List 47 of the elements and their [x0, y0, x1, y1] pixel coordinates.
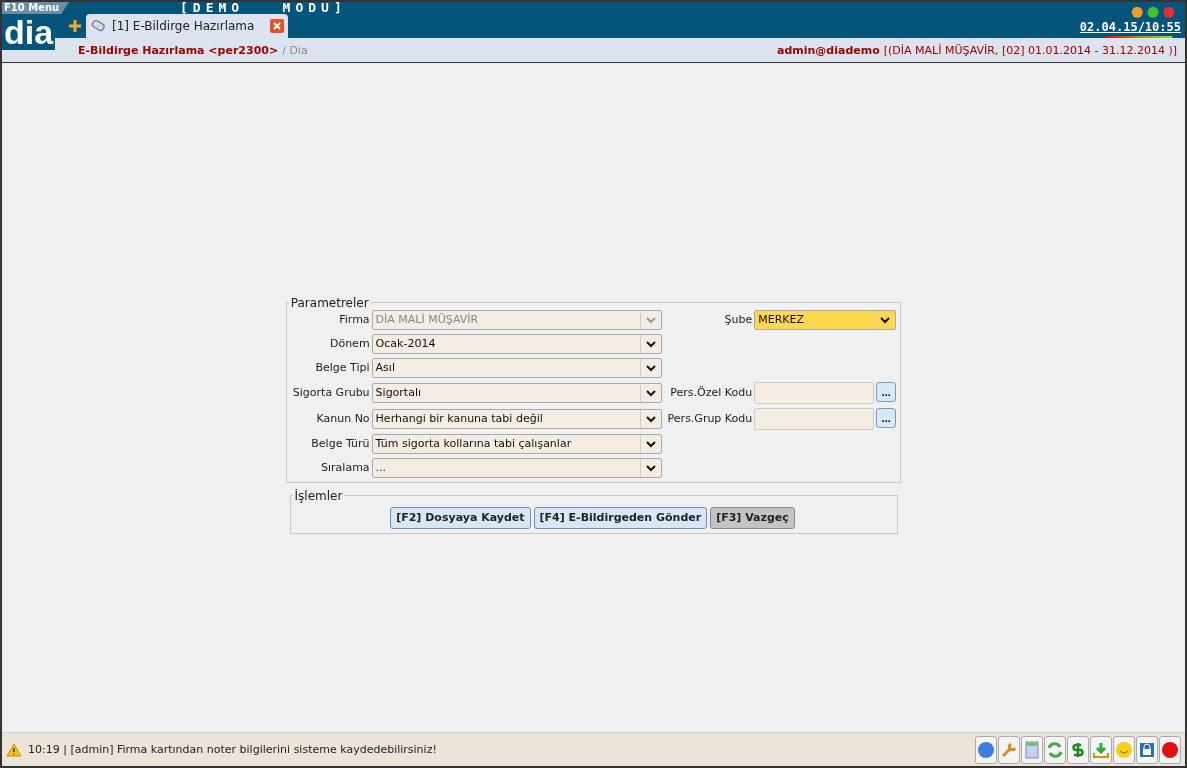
code-input-field[interactable] — [754, 381, 875, 404]
company-period: [(DİA MALİ MÜŞAVİR, [02] 01.01.2014 - 31.12.2014 )] — [883, 43, 1177, 57]
calculator-icon[interactable] — [1023, 740, 1041, 759]
lock-icon[interactable] — [1138, 740, 1156, 759]
code-input-field[interactable] — [754, 407, 875, 430]
refresh-icon[interactable] — [1046, 740, 1064, 759]
action-button[interactable]: [F3] Vazgeç — [710, 506, 795, 529]
warning-icon — [6, 742, 22, 757]
field-label: Pers.Grup Kodu — [666, 412, 753, 425]
field-label: Şube — [723, 313, 753, 326]
section-legend: Parametreler — [288, 295, 371, 310]
dropdown[interactable]: Sigortalı — [371, 382, 662, 403]
field-label: Pers.Özel Kodu — [669, 386, 753, 399]
field-label: Dönem — [328, 337, 370, 350]
browse-button[interactable]: ... — [876, 407, 897, 428]
field-label: Sigorta Grubu — [291, 386, 370, 399]
plus-icon[interactable] — [68, 19, 82, 33]
tab-label: [1] E-Bildirge Hazırlama — [112, 19, 255, 33]
breadcrumb-path: / Dia — [282, 43, 309, 57]
document-tab[interactable]: [1] E-Bildirge Hazırlama — [86, 14, 289, 38]
tab-icon — [90, 19, 106, 33]
action-button[interactable]: [F2] Dosyaya Kaydet — [390, 506, 531, 529]
section-legend: İşlemler — [292, 488, 345, 503]
dropdown[interactable]: Asıl — [371, 357, 662, 378]
field-label: Firma — [338, 313, 370, 326]
branch-dropdown[interactable]: MERKEZ — [754, 309, 897, 330]
download-icon[interactable] — [1092, 740, 1110, 759]
field-label: Kanun No — [315, 412, 370, 425]
action-button[interactable]: [F4] E-Bildirgeden Gönder — [533, 506, 708, 529]
dropdown[interactable]: Tüm sigorta kollarına tabi çalışanlar — [371, 433, 662, 454]
dollar-icon[interactable] — [1069, 740, 1087, 759]
dropdown[interactable]: Ocak-2014 — [371, 333, 662, 354]
mode-label: [DEMO MODU] — [179, 2, 348, 14]
wrench-icon[interactable] — [1000, 740, 1018, 759]
field-label: Belge Tipi — [314, 361, 370, 374]
clock: 02.04.15/10:55 — [1079, 20, 1181, 34]
status-message: 10:19 | [admin] Firma kartından noter bilgilerini sisteme kaydedebilirsiniz! — [28, 743, 438, 756]
field-label: Sıralama — [320, 461, 370, 474]
user-name: admin@diademo — [776, 43, 880, 57]
smiley-icon[interactable] — [1115, 740, 1133, 759]
page-title: E-Bildirge Hazırlama <per2300> — [78, 43, 279, 57]
browse-button[interactable]: ... — [876, 381, 897, 402]
field-label: Belge Türü — [310, 437, 370, 450]
close-icon[interactable] — [270, 19, 285, 33]
dropdown[interactable]: ... — [371, 457, 662, 478]
record-icon[interactable] — [1161, 740, 1179, 759]
dropdown[interactable]: Herhangi bir kanuna tabi değil — [371, 408, 662, 429]
